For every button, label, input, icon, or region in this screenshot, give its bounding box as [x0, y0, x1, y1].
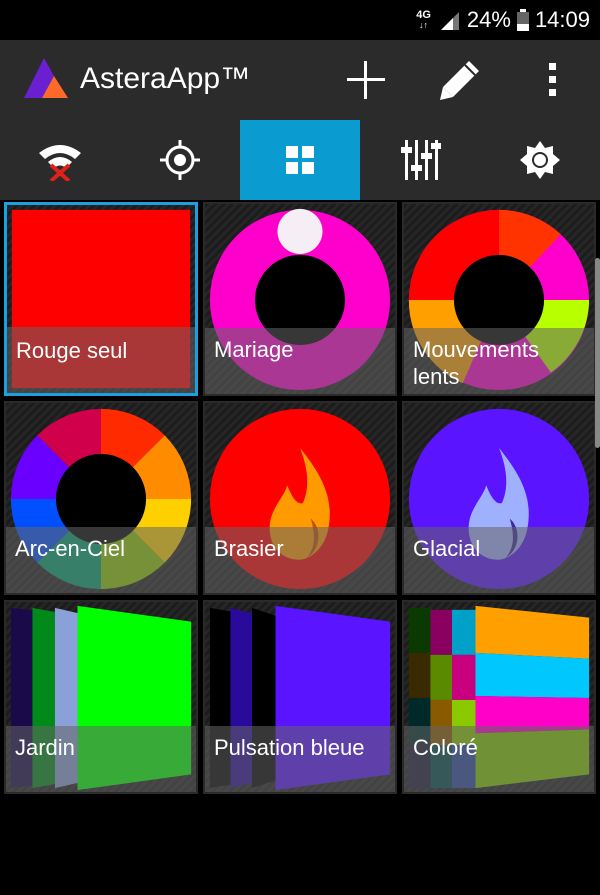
crosshair-icon: [160, 140, 200, 180]
tab-scenes[interactable]: [240, 120, 360, 200]
brightness-icon: [520, 141, 560, 179]
sliders-icon: [401, 140, 441, 180]
status-bar: 4G ↓↑ 24% 14:09: [0, 0, 600, 40]
app-title: AsteraApp™: [80, 62, 251, 95]
app-bar: AsteraApp™: [0, 40, 600, 120]
tab-target[interactable]: [120, 120, 240, 200]
scene-tile-rouge-seul[interactable]: Rouge seul: [4, 202, 198, 396]
edit-button[interactable]: [430, 50, 490, 110]
wifi-off-icon: [39, 145, 81, 181]
tab-brightness[interactable]: [480, 120, 600, 200]
scene-tile-brasier[interactable]: Brasier: [203, 401, 397, 595]
app-logo-icon: [24, 58, 68, 98]
tab-connection[interactable]: [0, 120, 120, 200]
scene-tile-pulsation-bleue[interactable]: Pulsation bleue: [203, 600, 397, 794]
scene-label: Rouge seul: [16, 338, 128, 363]
scene-tile-mouvements-lents[interactable]: Mouvements lents: [402, 202, 596, 396]
battery-icon: [516, 9, 529, 31]
overflow-menu-icon: [549, 63, 556, 96]
scene-label: Mariage: [214, 337, 294, 362]
scene-tile-arc-en-ciel[interactable]: Arc-en-Ciel: [4, 401, 198, 595]
network-indicator: 4G ↓↑: [416, 9, 431, 31]
scene-label: Mouvements lents: [413, 337, 539, 389]
grid-icon: [286, 146, 314, 174]
scrollbar[interactable]: [595, 258, 600, 448]
scene-tile-colore[interactable]: Coloré: [402, 600, 596, 794]
tab-bar: [0, 120, 600, 200]
scene-tile-mariage[interactable]: Mariage: [203, 202, 397, 396]
battery-percent: 24%: [466, 7, 511, 32]
scene-tile-jardin[interactable]: Jardin: [4, 600, 198, 794]
scene-label: Coloré: [413, 735, 478, 760]
clock: 14:09: [534, 7, 590, 32]
add-button[interactable]: [336, 50, 396, 110]
scene-label: Pulsation bleue: [214, 735, 365, 760]
tab-mixer[interactable]: [360, 120, 480, 200]
scene-tile-glacial[interactable]: Glacial: [402, 401, 596, 595]
pencil-icon: [440, 61, 479, 100]
scene-label: Brasier: [214, 536, 284, 561]
scene-label: Arc-en-Ciel: [15, 536, 126, 561]
signal-icon: [440, 12, 459, 30]
scene-label: Jardin: [15, 735, 75, 760]
plus-icon: [347, 61, 385, 99]
overflow-menu-button[interactable]: [522, 50, 582, 110]
scene-label: Glacial: [413, 536, 481, 561]
